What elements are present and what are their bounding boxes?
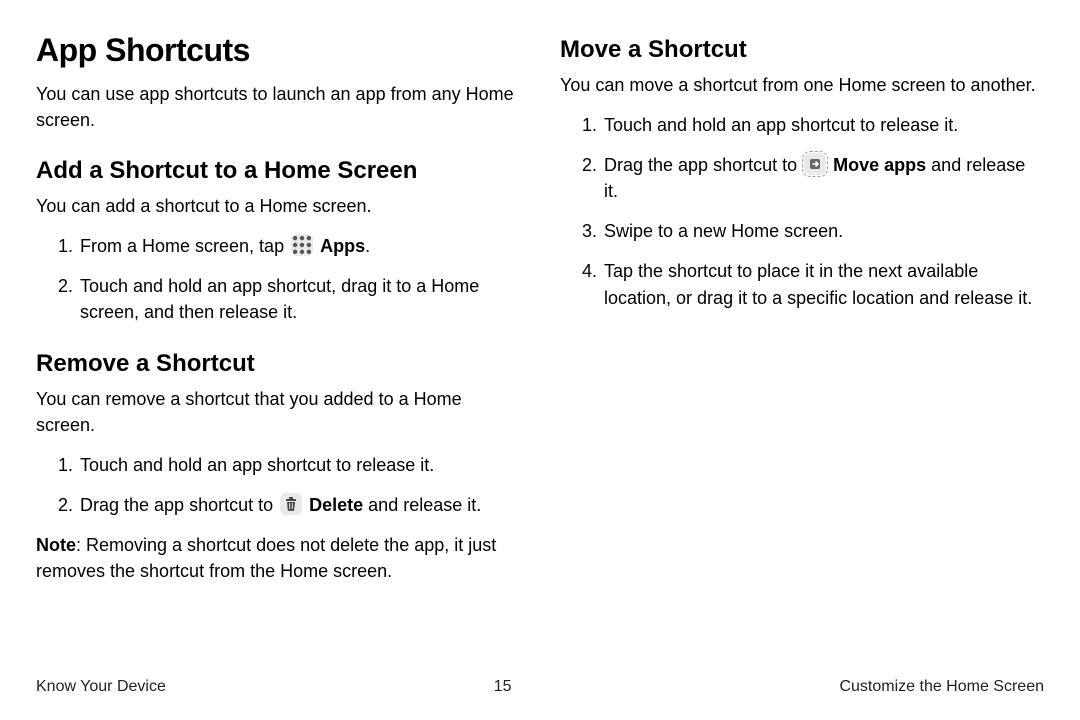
apps-label: Apps xyxy=(320,236,365,256)
remove-steps: Touch and hold an app shortcut to releas… xyxy=(36,452,520,518)
move-heading: Move a Shortcut xyxy=(560,36,1044,64)
move-apps-label: Move apps xyxy=(833,155,926,175)
add-desc: You can add a shortcut to a Home screen. xyxy=(36,193,520,219)
text: From a Home screen, tap xyxy=(80,236,289,256)
footer-left: Know Your Device xyxy=(36,678,166,696)
text: and release it. xyxy=(363,495,481,515)
footer-right: Customize the Home Screen xyxy=(839,678,1044,696)
text: Drag the app shortcut to xyxy=(604,155,802,175)
text: Drag the app shortcut to xyxy=(80,495,278,515)
move-step-1: Touch and hold an app shortcut to releas… xyxy=(602,112,1044,138)
text: . xyxy=(365,236,370,256)
move-apps-icon xyxy=(804,153,826,175)
page-footer: Know Your Device 15 Customize the Home S… xyxy=(36,670,1044,696)
remove-note: Note: Removing a shortcut does not delet… xyxy=(36,532,520,584)
move-step-4: Tap the shortcut to place it in the next… xyxy=(602,258,1044,310)
apps-grid-icon xyxy=(291,234,313,256)
remove-step-1: Touch and hold an app shortcut to releas… xyxy=(78,452,520,478)
add-step-1: From a Home screen, tap Apps. xyxy=(78,233,520,259)
delete-label: Delete xyxy=(309,495,363,515)
move-desc: You can move a shortcut from one Home sc… xyxy=(560,72,1044,98)
note-label: Note xyxy=(36,535,76,555)
footer-page-number: 15 xyxy=(494,678,512,696)
move-step-2: Drag the app shortcut to Move apps and r… xyxy=(602,152,1044,204)
add-heading: Add a Shortcut to a Home Screen xyxy=(36,157,520,185)
remove-heading: Remove a Shortcut xyxy=(36,350,520,378)
move-steps: Touch and hold an app shortcut to releas… xyxy=(560,112,1044,311)
remove-step-2: Drag the app shortcut to Delete and rele… xyxy=(78,492,520,518)
intro-text: You can use app shortcuts to launch an a… xyxy=(36,81,520,133)
content-columns: App Shortcuts You can use app shortcuts … xyxy=(36,32,1044,670)
right-column: Move a Shortcut You can move a shortcut … xyxy=(560,32,1044,670)
note-body: : Removing a shortcut does not delete th… xyxy=(36,535,496,581)
add-steps: From a Home screen, tap Apps. Touch and … xyxy=(36,233,520,325)
manual-page: App Shortcuts You can use app shortcuts … xyxy=(0,0,1080,720)
remove-desc: You can remove a shortcut that you added… xyxy=(36,386,520,438)
move-step-3: Swipe to a new Home screen. xyxy=(602,218,1044,244)
page-title: App Shortcuts xyxy=(36,32,520,69)
left-column: App Shortcuts You can use app shortcuts … xyxy=(36,32,520,670)
trash-icon xyxy=(280,493,302,515)
add-step-2: Touch and hold an app shortcut, drag it … xyxy=(78,273,520,325)
